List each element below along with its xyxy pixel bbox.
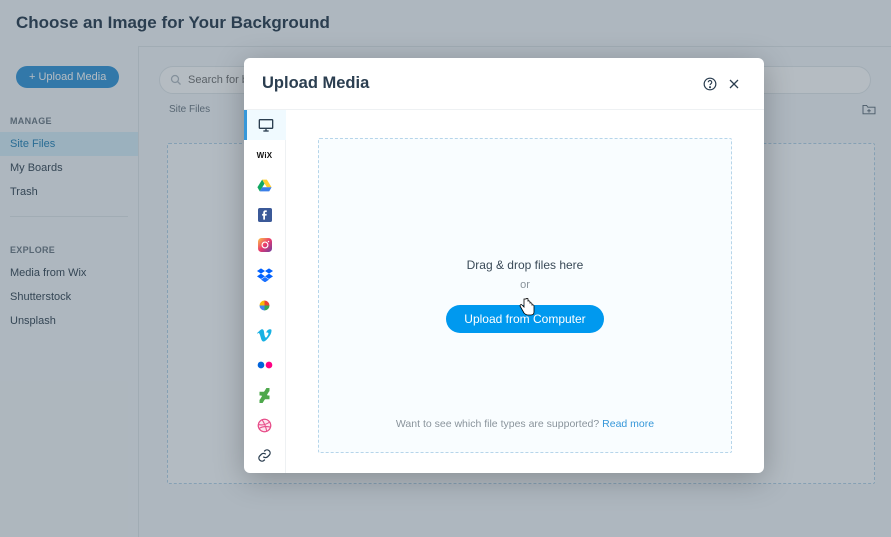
or-text: or (520, 279, 530, 291)
modal-header: Upload Media (244, 58, 764, 110)
close-icon[interactable] (722, 72, 746, 96)
source-vimeo[interactable] (244, 320, 286, 350)
source-deviantart[interactable] (244, 380, 286, 410)
google-drive-icon (257, 179, 272, 192)
source-dropbox[interactable] (244, 260, 286, 290)
dropbox-icon (257, 268, 273, 282)
help-icon[interactable] (698, 72, 722, 96)
drag-drop-text: Drag & drop files here (467, 258, 584, 272)
source-dribbble[interactable] (244, 410, 286, 440)
source-instagram[interactable] (244, 230, 286, 260)
google-photos-icon (257, 298, 272, 313)
modal-title: Upload Media (262, 74, 698, 93)
source-flickr[interactable] (244, 350, 286, 380)
wix-icon: WiX (257, 151, 273, 160)
source-google-drive[interactable] (244, 170, 286, 200)
dribbble-icon (257, 418, 272, 433)
modal-body: WiX (244, 110, 764, 473)
facebook-icon (258, 208, 272, 222)
flickr-icon (257, 361, 273, 369)
deviantart-icon (259, 388, 270, 403)
source-facebook[interactable] (244, 200, 286, 230)
upload-from-computer-button[interactable]: Upload from Computer (446, 305, 603, 333)
drop-panel: Drag & drop files here or Upload from Co… (286, 110, 764, 473)
source-rail: WiX (244, 110, 286, 473)
drop-area[interactable]: Drag & drop files here or Upload from Co… (318, 138, 732, 453)
source-google-photos[interactable] (244, 290, 286, 320)
instagram-icon (258, 238, 272, 252)
link-icon (257, 448, 272, 463)
supported-files-text: Want to see which file types are support… (396, 418, 654, 430)
read-more-link[interactable]: Read more (602, 418, 654, 430)
upload-media-modal: Upload Media WiX (244, 58, 764, 473)
vimeo-icon (257, 329, 272, 342)
computer-icon (258, 118, 274, 132)
source-link[interactable] (244, 440, 286, 470)
source-computer[interactable] (244, 110, 286, 140)
source-wix[interactable]: WiX (244, 140, 286, 170)
